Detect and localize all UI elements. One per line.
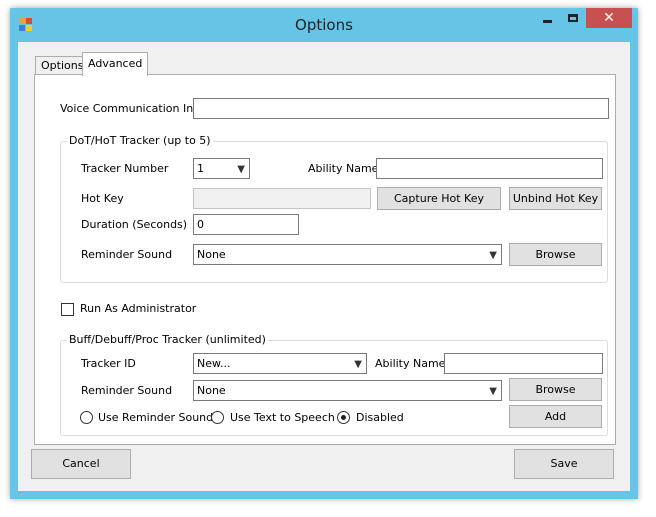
tab-advanced[interactable]: Advanced (82, 52, 149, 76)
tracker-id-value: New... (197, 357, 231, 370)
add-button[interactable]: Add (509, 405, 602, 428)
capture-hot-key-button[interactable]: Capture Hot Key (377, 187, 501, 210)
chevron-down-icon: ▼ (237, 164, 245, 175)
ability-name-input[interactable] (376, 158, 603, 179)
use-text-to-speech-radio[interactable] (211, 411, 224, 424)
buff-debuff-tracker-group: Buff/Debuff/Proc Tracker (unlimited) Tra… (60, 333, 608, 436)
reminder-sound-value: None (197, 248, 226, 261)
dialog-client-area: Options Advanced Voice Communication Inf… (18, 42, 630, 491)
buff-reminder-sound-label: Reminder Sound (81, 384, 173, 397)
maximize-icon (568, 14, 578, 22)
browse-button[interactable]: Browse (509, 243, 602, 266)
minimize-icon (542, 19, 552, 23)
chevron-down-icon: ▼ (354, 359, 362, 370)
hot-key-label: Hot Key (81, 192, 124, 205)
reminder-sound-label: Reminder Sound (81, 248, 173, 261)
buff-reminder-sound-select[interactable]: None ▼ (193, 380, 502, 401)
cancel-button[interactable]: Cancel (31, 449, 131, 479)
tracker-id-select[interactable]: New... ▼ (193, 353, 367, 374)
ability-name-label: Ability Name (308, 162, 379, 175)
tracker-id-label: Tracker ID (81, 357, 136, 370)
minimize-button[interactable] (534, 8, 560, 28)
options-window: Options ✕ Options Advanced Voice Communi… (10, 8, 638, 499)
duration-input[interactable]: 0 (193, 214, 299, 235)
buff-ability-name-input[interactable] (444, 353, 603, 374)
tracker-number-select[interactable]: 1 ▼ (193, 158, 250, 179)
reminder-sound-select[interactable]: None ▼ (193, 244, 502, 265)
disabled-radio[interactable] (337, 411, 350, 424)
voice-communication-input[interactable] (193, 98, 609, 119)
close-icon: ✕ (603, 10, 615, 26)
disabled-label: Disabled (356, 411, 404, 424)
dot-hot-group-title: DoT/HoT Tracker (up to 5) (67, 134, 213, 147)
run-as-admin-label: Run As Administrator (80, 302, 197, 315)
save-button[interactable]: Save (514, 449, 614, 479)
buff-group-title: Buff/Debuff/Proc Tracker (unlimited) (67, 333, 268, 346)
hot-key-input (193, 188, 371, 209)
buff-browse-button[interactable]: Browse (509, 378, 602, 401)
unbind-hot-key-button[interactable]: Unbind Hot Key (509, 187, 602, 210)
buff-reminder-sound-value: None (197, 384, 226, 397)
chevron-down-icon: ▼ (489, 250, 497, 261)
voice-communication-label: Voice Communication Info (60, 102, 204, 115)
close-button[interactable]: ✕ (586, 8, 632, 28)
title-bar[interactable]: Options ✕ (10, 8, 638, 42)
run-as-admin-checkbox[interactable] (61, 303, 74, 316)
advanced-tab-panel: Voice Communication Info DoT/HoT Tracker… (34, 74, 616, 445)
maximize-button[interactable] (560, 8, 586, 28)
tracker-number-label: Tracker Number (81, 162, 169, 175)
use-reminder-sound-label: Use Reminder Sound (98, 411, 214, 424)
use-reminder-sound-radio[interactable] (80, 411, 93, 424)
buff-ability-name-label: Ability Name (375, 357, 446, 370)
use-text-to-speech-label: Use Text to Speech (230, 411, 335, 424)
dot-hot-tracker-group: DoT/HoT Tracker (up to 5) Tracker Number… (60, 134, 608, 283)
tracker-number-value: 1 (197, 162, 204, 175)
chevron-down-icon: ▼ (489, 386, 497, 397)
duration-label: Duration (Seconds) (81, 218, 188, 231)
